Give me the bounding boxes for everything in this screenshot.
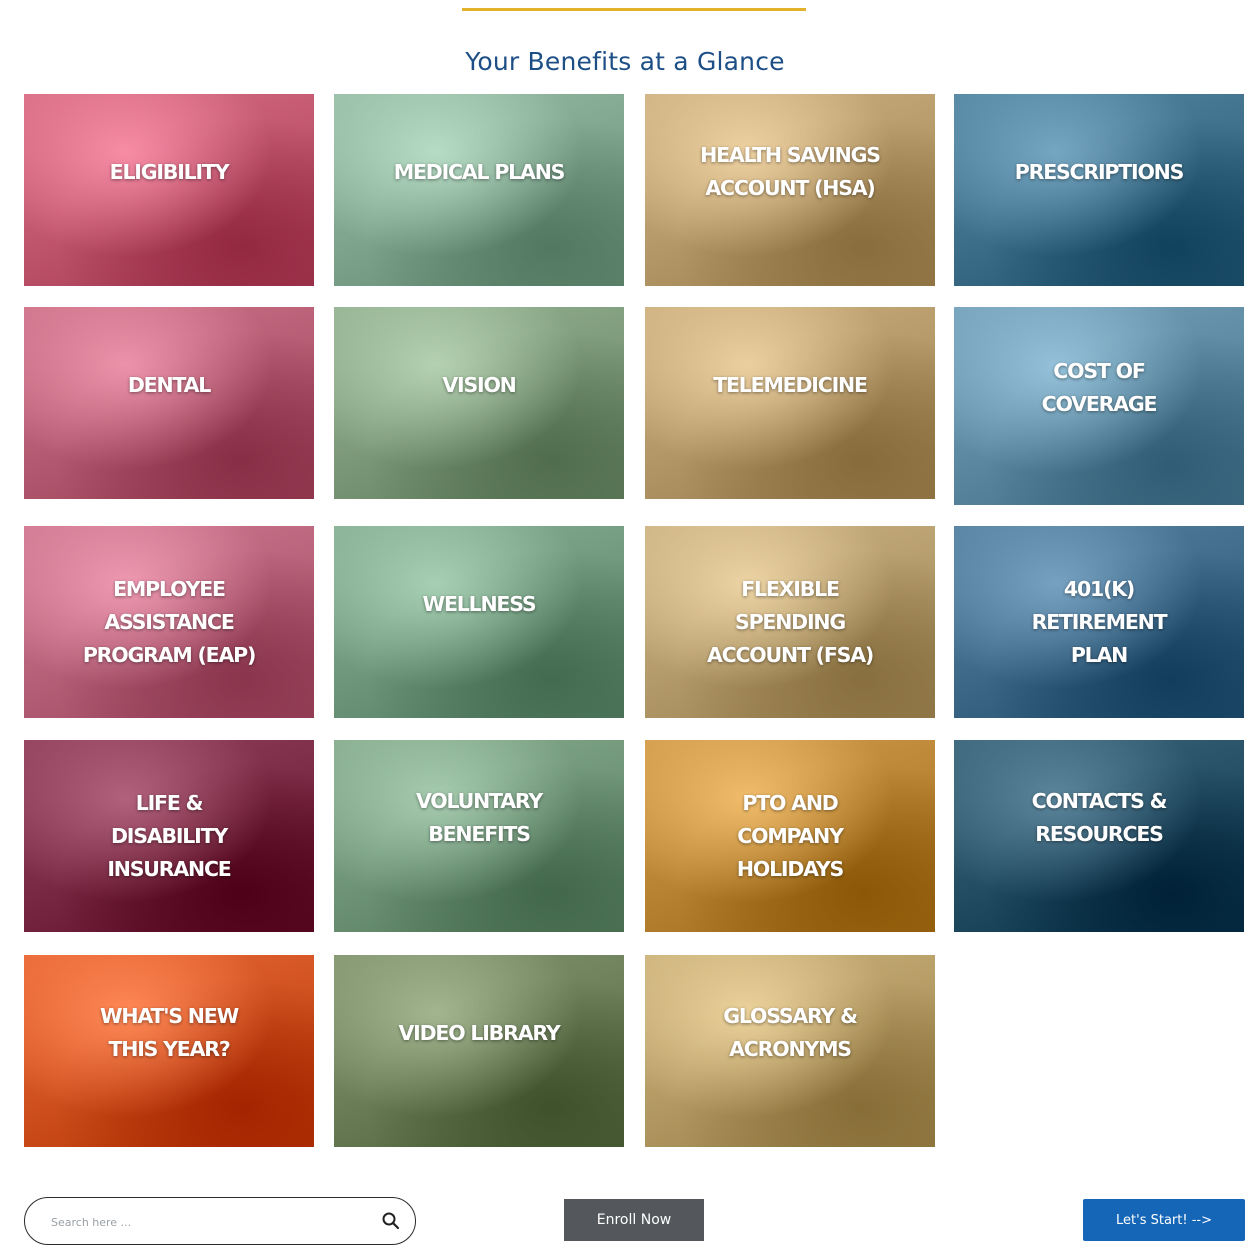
benefit-tile-pto[interactable]: PTO AND COMPANY HOLIDAYS bbox=[645, 740, 935, 932]
benefit-tile-telemedicine[interactable]: TELEMEDICINE bbox=[645, 307, 935, 499]
search-icon[interactable] bbox=[381, 1211, 401, 1231]
benefit-tile-image bbox=[334, 94, 624, 286]
benefit-tile-label: TELEMEDICINE bbox=[713, 372, 868, 397]
benefit-tile-glossary[interactable]: GLOSSARY & ACRONYMS bbox=[645, 955, 935, 1147]
benefit-tile-label: EMPLOYEE ASSISTANCE PROGRAM (EAP) bbox=[82, 576, 256, 667]
benefit-tile-label: COST OF COVERAGE bbox=[1041, 359, 1158, 416]
benefit-tile-label: PTO AND COMPANY HOLIDAYS bbox=[736, 790, 844, 881]
benefit-tile-fsa[interactable]: FLEXIBLE SPENDING ACCOUNT (FSA) bbox=[645, 526, 935, 718]
benefit-tile-label: VOLUNTARY BENEFITS bbox=[415, 789, 543, 846]
benefit-tile-label: 401(K) RETIREMENT PLAN bbox=[1031, 576, 1168, 667]
search-input[interactable] bbox=[49, 1210, 353, 1234]
benefit-tile-prescriptions[interactable]: PRESCRIPTIONS bbox=[954, 94, 1244, 286]
benefit-tile-label: WELLNESS bbox=[422, 591, 537, 616]
search-box[interactable] bbox=[24, 1197, 416, 1245]
benefit-tile-label: VIDEO LIBRARY bbox=[398, 1020, 561, 1045]
benefit-tile-vision[interactable]: VISION bbox=[334, 307, 624, 499]
benefit-tile-eap[interactable]: EMPLOYEE ASSISTANCE PROGRAM (EAP) bbox=[24, 526, 314, 718]
benefit-tile-label: VISION bbox=[442, 372, 516, 397]
benefit-tile-whats-new[interactable]: WHAT'S NEW THIS YEAR? bbox=[24, 955, 314, 1147]
benefit-tile-label: WHAT'S NEW THIS YEAR? bbox=[100, 1004, 239, 1061]
benefit-tile-image bbox=[24, 307, 314, 499]
benefit-tile-image bbox=[24, 94, 314, 286]
benefit-tile-image bbox=[645, 307, 935, 499]
benefit-tile-medical-plans[interactable]: MEDICAL PLANS bbox=[334, 94, 624, 286]
benefit-tile-image bbox=[954, 94, 1244, 286]
benefit-tile-video-library[interactable]: VIDEO LIBRARY bbox=[334, 955, 624, 1147]
benefit-tile-image bbox=[334, 955, 624, 1147]
benefit-tile-image bbox=[334, 307, 624, 499]
benefit-tile-contacts[interactable]: CONTACTS & RESOURCES bbox=[954, 740, 1244, 932]
benefit-tile-401k[interactable]: 401(K) RETIREMENT PLAN bbox=[954, 526, 1244, 718]
benefit-tile-label: LIFE & DISABILITY INSURANCE bbox=[107, 790, 231, 881]
title-accent-rule bbox=[462, 8, 806, 11]
enroll-now-button[interactable]: Enroll Now bbox=[564, 1199, 704, 1241]
benefit-tile-hsa[interactable]: HEALTH SAVINGS ACCOUNT (HSA) bbox=[645, 94, 935, 286]
benefit-tile-voluntary[interactable]: VOLUNTARY BENEFITS bbox=[334, 740, 624, 932]
lets-start-button[interactable]: Let's Start! --> bbox=[1083, 1199, 1245, 1241]
benefit-tile-label: MEDICAL PLANS bbox=[393, 159, 566, 184]
benefit-tile-cost-of-coverage[interactable]: COST OF COVERAGE bbox=[954, 307, 1244, 505]
benefit-tile-label: HEALTH SAVINGS ACCOUNT (HSA) bbox=[700, 143, 881, 200]
benefit-tile-eligibility[interactable]: ELIGIBILITY bbox=[24, 94, 314, 286]
benefit-tile-label: GLOSSARY & ACRONYMS bbox=[723, 1004, 858, 1061]
benefit-tile-wellness[interactable]: WELLNESS bbox=[334, 526, 624, 718]
benefit-tile-image bbox=[334, 526, 624, 718]
benefit-tile-label: PRESCRIPTIONS bbox=[1014, 159, 1185, 184]
benefit-tile-label: FLEXIBLE SPENDING ACCOUNT (FSA) bbox=[706, 576, 874, 667]
benefit-tile-label: DENTAL bbox=[127, 372, 212, 397]
benefit-tile-label: ELIGIBILITY bbox=[109, 159, 230, 184]
benefit-tile-label: CONTACTS & RESOURCES bbox=[1031, 789, 1168, 846]
benefit-tile-life-disability[interactable]: LIFE & DISABILITY INSURANCE bbox=[24, 740, 314, 932]
benefit-tile-dental[interactable]: DENTAL bbox=[24, 307, 314, 499]
page-title: Your Benefits at a Glance bbox=[465, 46, 785, 76]
